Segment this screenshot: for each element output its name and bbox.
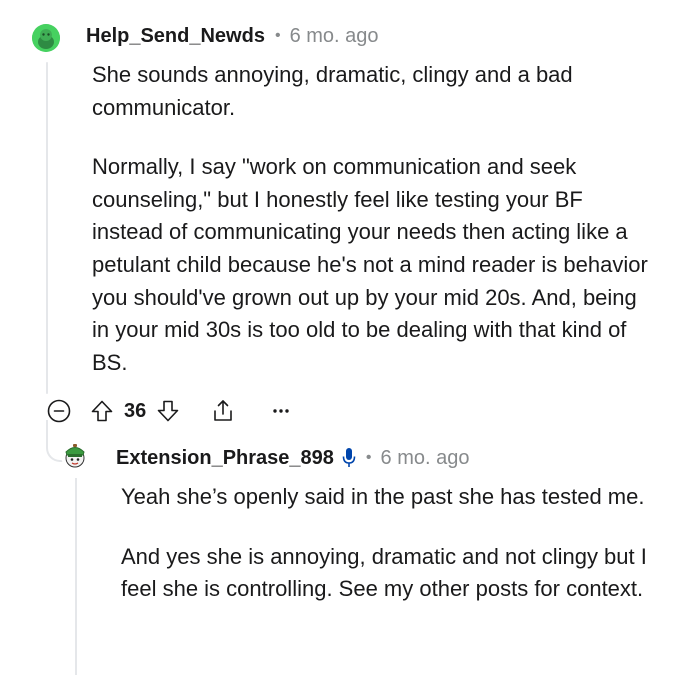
timestamp: 6 mo. ago — [380, 446, 470, 469]
reply-meta: Extension_Phrase_898 • 6 mo. ago — [116, 444, 469, 472]
timestamp: 6 mo. ago — [289, 24, 379, 47]
comment-body: She sounds annoying, dramatic, clingy an… — [92, 59, 652, 379]
comment-meta: Help_Send_Newds • 6 mo. ago — [86, 22, 379, 50]
comment-actions: 36 — [47, 396, 292, 426]
vote-score: 36 — [124, 399, 147, 422]
username[interactable]: Help_Send_Newds — [86, 25, 265, 48]
separator-dot: • — [365, 449, 372, 466]
thread-line[interactable] — [46, 62, 48, 394]
avatar[interactable] — [61, 442, 89, 470]
comment-paragraph: Normally, I say "work on communication a… — [92, 154, 648, 375]
separator-dot: • — [274, 27, 281, 44]
reply-paragraph: Yeah she’s openly said in the past she h… — [121, 484, 645, 509]
downvote-arrow-icon[interactable] — [156, 399, 180, 423]
snoo-avatar-icon — [65, 444, 85, 468]
reply-paragraph: And yes she is annoying, dramatic and no… — [121, 543, 647, 602]
comment-paragraph: She sounds annoying, dramatic, clingy an… — [92, 62, 573, 120]
upvote-arrow-icon[interactable] — [90, 399, 114, 423]
username[interactable]: Extension_Phrase_898 — [116, 447, 334, 470]
microphone-icon — [342, 447, 356, 469]
reply-thread-line[interactable] — [75, 478, 77, 675]
snoo-avatar-icon — [32, 24, 60, 52]
reply-body: Yeah she’s openly said in the past she h… — [121, 481, 681, 606]
avatar[interactable] — [32, 24, 60, 52]
share-icon[interactable] — [210, 398, 236, 424]
collapse-minus-icon[interactable] — [47, 399, 71, 423]
more-options-icon[interactable] — [270, 400, 292, 422]
